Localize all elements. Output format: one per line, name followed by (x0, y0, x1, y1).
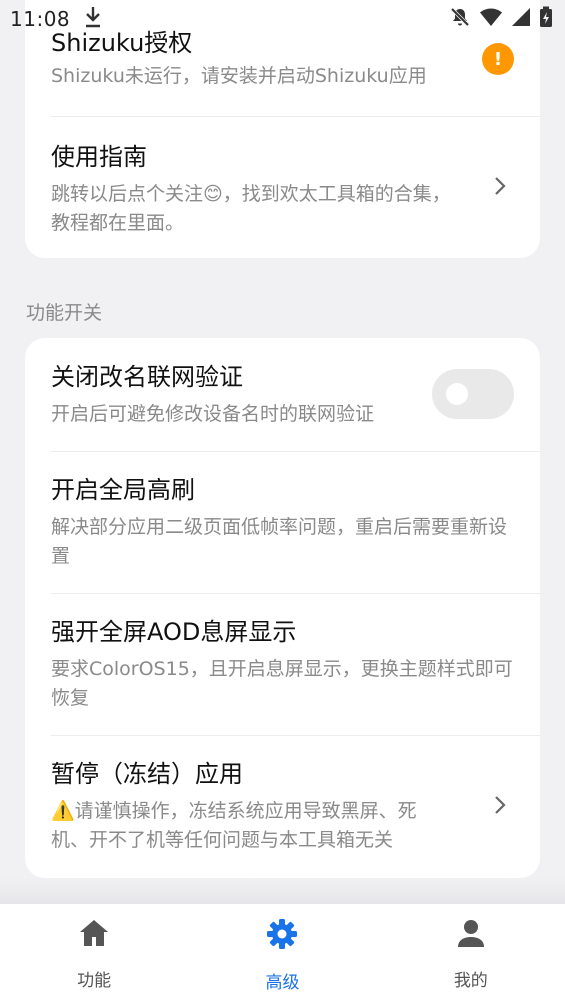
bottom-divider (0, 878, 565, 904)
warning-badge-icon: ! (482, 43, 514, 75)
cell-signal-icon (511, 7, 531, 31)
settings-card-switches: 关闭改名联网验证 开启后可避免修改设备名时的联网验证 开启全局高刷 解决部分应用… (25, 338, 540, 878)
notifications-off-icon (449, 6, 471, 32)
chevron-right-icon (494, 176, 506, 200)
gear-icon (266, 918, 298, 954)
item-desc: 要求ColorOS15，且开启息屏显示，更换主题样式即可恢复 (51, 658, 513, 709)
nav-item-advanced[interactable]: 高级 (188, 904, 376, 1004)
item-desc: 开启后可避免修改设备名时的联网验证 (51, 403, 375, 425)
item-title: 开启全局高刷 (51, 476, 195, 504)
list-item-aod[interactable]: 强开全屏AOD息屏显示 要求ColorOS15，且开启息屏显示，更换主题样式即可… (25, 593, 540, 735)
toggle-knob (446, 383, 468, 405)
list-item-high-refresh[interactable]: 开启全局高刷 解决部分应用二级页面低帧率问题，重启后需要重新设置 (25, 451, 540, 593)
settings-card-top: Shizuku授权 Shizuku未运行，请安装并启动Shizuku应用 ! 使… (25, 0, 540, 258)
nav-item-features[interactable]: 功能 (0, 904, 188, 1004)
list-item-guide[interactable]: 使用指南 跳转以后点个关注😊，找到欢太工具箱的合集，教程都在里面。 (25, 116, 540, 258)
item-title: 强开全屏AOD息屏显示 (51, 618, 297, 646)
list-item-rename-verify[interactable]: 关闭改名联网验证 开启后可避免修改设备名时的联网验证 (25, 338, 540, 451)
status-time: 11:08 (10, 7, 71, 31)
item-desc: 跳转以后点个关注😊，找到欢太工具箱的合集，教程都在里面。 (51, 183, 451, 234)
list-item-freeze-apps[interactable]: 暂停（冻结）应用 ⚠️请谨慎操作，冻结系统应用导致黑屏、死机、开不了机等任何问题… (25, 735, 540, 878)
item-desc: 解决部分应用二级页面低帧率问题，重启后需要重新设置 (51, 516, 508, 567)
nav-label: 我的 (453, 971, 488, 991)
bottom-navigation: 功能 高级 我的 (0, 904, 565, 1004)
item-title: 暂停（冻结）应用 (51, 760, 243, 788)
nav-label: 高级 (265, 973, 300, 993)
status-bar: 11:08 (0, 0, 565, 38)
section-title: 功能开关 (26, 302, 103, 324)
rename-verify-toggle[interactable] (432, 369, 514, 419)
download-icon (84, 6, 102, 32)
chevron-right-icon (494, 795, 506, 819)
battery-charging-icon (539, 6, 553, 32)
item-desc: ⚠️请谨慎操作，冻结系统应用导致黑屏、死机、开不了机等任何问题与本工具箱无关 (51, 800, 417, 851)
item-desc: Shizuku未运行，请安装并启动Shizuku应用 (51, 65, 427, 87)
person-icon (455, 918, 487, 952)
nav-label: 功能 (77, 971, 112, 991)
wifi-icon (479, 7, 503, 31)
item-title: 使用指南 (51, 143, 147, 171)
home-icon (78, 918, 110, 952)
nav-item-mine[interactable]: 我的 (377, 904, 565, 1004)
